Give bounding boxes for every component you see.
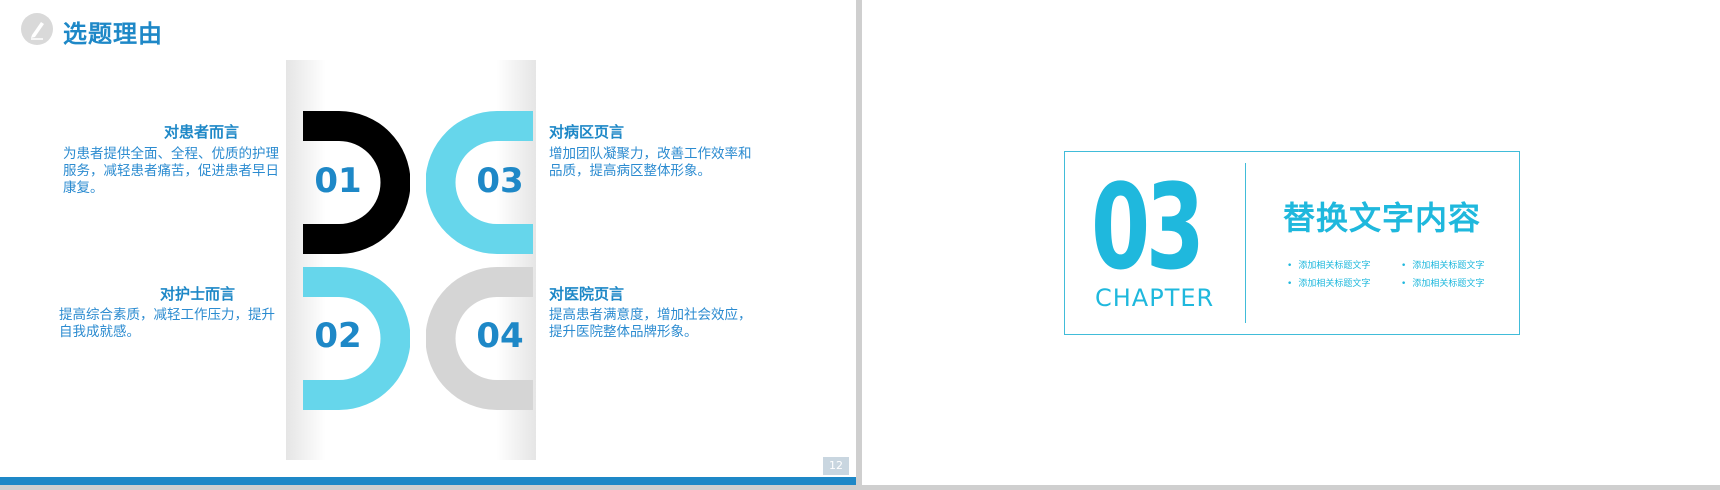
page-title: 选题理由 bbox=[63, 20, 163, 48]
bullet-item: 添加相关标题文字 bbox=[1287, 258, 1370, 271]
text-line: 品质，提高病区整体形象。 bbox=[549, 163, 711, 179]
heading-ward: 对病区页言 bbox=[549, 123, 625, 141]
text-line: 服务，减轻患者痛苦，促进患者早日 bbox=[63, 163, 279, 179]
page-number: 12 bbox=[823, 457, 849, 475]
number-01: 01 bbox=[314, 161, 362, 201]
heading-patients: 对患者而言 bbox=[164, 123, 240, 141]
slide-right[interactable]: 03 CHAPTER 替换文字内容 添加相关标题文字 添加相关标题文字 添加相关… bbox=[862, 0, 1720, 485]
number-04: 04 bbox=[476, 316, 524, 356]
heading-hospital: 对医院页言 bbox=[549, 285, 625, 303]
text-nurses: 提高综合素质，减轻工作压力，提升 自我成就感。 bbox=[59, 307, 299, 341]
slide-left[interactable]: 选题理由 01 02 03 04 对患者而言 为患者提供全面、全程、优质的护理 … bbox=[0, 0, 856, 485]
text-line: 提升医院整体品牌形象。 bbox=[549, 324, 698, 340]
text-line: 提高综合素质，减轻工作压力，提升 bbox=[59, 307, 275, 323]
text-ward: 增加团队凝聚力，改善工作效率和 品质，提高病区整体形象。 bbox=[549, 146, 789, 180]
chapter-title: 替换文字内容 bbox=[1283, 199, 1482, 237]
bottom-bar bbox=[0, 477, 856, 485]
text-patients: 为患者提供全面、全程、优质的护理 服务，减轻患者痛苦，促进患者早日 康复。 bbox=[63, 146, 303, 197]
bullet-item: 添加相关标题文字 bbox=[1401, 276, 1484, 289]
number-02: 02 bbox=[314, 316, 362, 356]
pencil-icon bbox=[21, 13, 53, 45]
bullet-item: 添加相关标题文字 bbox=[1401, 258, 1484, 271]
heading-nurses: 对护士而言 bbox=[160, 285, 236, 303]
text-hospital: 提高患者满意度，增加社会效应， 提升医院整体品牌形象。 bbox=[549, 307, 789, 341]
chapter-box: 03 CHAPTER 替换文字内容 添加相关标题文字 添加相关标题文字 添加相关… bbox=[1064, 151, 1520, 335]
chapter-number: 03 bbox=[1091, 158, 1205, 296]
number-03: 03 bbox=[476, 161, 524, 201]
bullet-item: 添加相关标题文字 bbox=[1287, 276, 1370, 289]
text-line: 为患者提供全面、全程、优质的护理 bbox=[63, 146, 279, 162]
divider bbox=[1245, 163, 1246, 323]
text-line: 自我成就感。 bbox=[59, 324, 140, 340]
text-line: 提高患者满意度，增加社会效应， bbox=[549, 307, 752, 323]
text-line: 康复。 bbox=[63, 180, 104, 196]
text-line: 增加团队凝聚力，改善工作效率和 bbox=[549, 146, 752, 162]
chapter-label: CHAPTER bbox=[1095, 284, 1215, 312]
